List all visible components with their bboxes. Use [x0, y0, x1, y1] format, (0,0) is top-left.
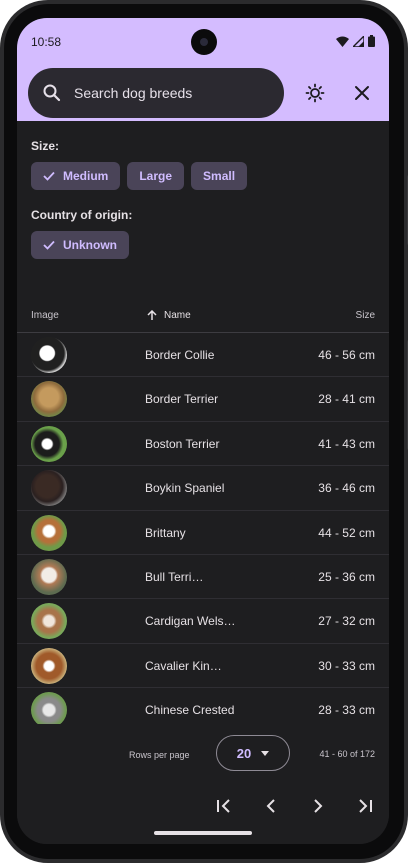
column-header-image: Image [31, 310, 59, 321]
breed-size: 28 - 41 cm [318, 392, 375, 407]
size-filter-label: Size: [31, 139, 60, 153]
breed-size: 36 - 46 cm [318, 481, 375, 496]
origin-chip-unknown[interactable]: Unknown [31, 231, 129, 259]
status-bar: 10:58 [17, 18, 389, 66]
page-range: 41 - 60 of 172 [319, 749, 375, 759]
top-app-bar: 10:58 Search dog breeds [17, 18, 389, 121]
check-icon [43, 171, 55, 181]
breed-photo [31, 381, 67, 418]
size-chip-small[interactable]: Small [191, 162, 248, 190]
table-row[interactable]: Cavalier Kin… 30 - 33 cm [17, 644, 389, 689]
breed-name: Cavalier Kin… [145, 658, 222, 673]
last-page-button[interactable] [354, 795, 376, 817]
rows-per-page-value: 20 [236, 745, 252, 761]
status-time: 10:58 [31, 35, 62, 49]
chip-label: Small [203, 169, 236, 183]
column-header-name-label: Name [164, 310, 191, 321]
wifi-icon [336, 36, 349, 47]
breed-photo [31, 558, 67, 595]
table-header: Image Name Size [17, 300, 389, 333]
first-page-icon [217, 799, 230, 813]
breed-name: Bull Terri… [145, 569, 204, 584]
breed-size: 44 - 52 cm [318, 525, 375, 540]
signal-icon [353, 35, 364, 47]
breed-photo [31, 647, 67, 684]
breed-size: 28 - 33 cm [318, 703, 375, 718]
breed-name: Chinese Crested [145, 703, 235, 718]
chip-label: Large [139, 169, 173, 183]
home-indicator[interactable] [154, 831, 252, 835]
search-bar[interactable]: Search dog breeds [28, 68, 284, 118]
size-chip-group: Medium Large Small [31, 162, 248, 190]
rows-per-page-select[interactable]: 20 [216, 735, 290, 771]
breed-photo [31, 603, 67, 640]
breed-name: Brittany [145, 525, 186, 540]
next-page-button[interactable] [307, 795, 329, 817]
table-row[interactable]: Bull Terri… 25 - 36 cm [17, 555, 389, 600]
chip-label: Medium [63, 169, 109, 183]
table-row[interactable]: Boykin Spaniel 36 - 46 cm [17, 466, 389, 511]
breed-photo [31, 514, 67, 551]
status-icons [336, 35, 375, 47]
brightness-icon [305, 83, 325, 103]
breed-photo [31, 425, 67, 462]
close-icon [355, 86, 369, 100]
close-button[interactable] [351, 82, 373, 104]
phone-frame: 10:58 Search dog breeds Size: Medium Lar… [0, 0, 408, 863]
size-chip-large[interactable]: Large [127, 162, 185, 190]
breed-name: Border Terrier [145, 392, 219, 407]
breed-size: 27 - 32 cm [318, 614, 375, 629]
search-placeholder: Search dog breeds [74, 85, 193, 101]
table-row[interactable]: Border Collie 46 - 56 cm [17, 333, 389, 378]
chevron-right-icon [314, 799, 323, 813]
breed-name: Border Collie [145, 348, 215, 362]
first-page-button[interactable] [213, 795, 235, 817]
table-row[interactable]: Border Terrier 28 - 41 cm [17, 377, 389, 422]
size-chip-medium[interactable]: Medium [31, 162, 121, 190]
front-camera [191, 29, 217, 55]
breed-table-body: Border Collie 46 - 56 cm Border Terrier … [17, 333, 389, 733]
chip-label: Unknown [63, 238, 117, 252]
arrow-up-icon [147, 310, 157, 320]
check-icon [43, 240, 55, 250]
battery-icon [368, 35, 375, 47]
breed-size: 46 - 56 cm [318, 348, 375, 362]
breed-size: 25 - 36 cm [318, 569, 375, 584]
breed-photo [31, 470, 67, 507]
breed-name: Cardigan Wels… [145, 614, 236, 629]
table-row[interactable]: Boston Terrier 41 - 43 cm [17, 422, 389, 467]
origin-chip-group: Unknown [31, 231, 129, 259]
previous-page-button[interactable] [260, 795, 282, 817]
breed-size: 30 - 33 cm [318, 658, 375, 673]
rows-per-page-label: Rows per page [129, 750, 190, 760]
breed-name: Boykin Spaniel [145, 481, 225, 496]
breed-size: 41 - 43 cm [318, 436, 375, 451]
breed-photo [31, 692, 67, 729]
column-header-name[interactable]: Name [147, 310, 191, 321]
pagination-bar: Rows per page 20 41 - 60 of 172 [17, 724, 389, 844]
origin-filter-label: Country of origin: [31, 208, 133, 222]
search-icon [43, 84, 61, 102]
breed-photo [31, 337, 67, 373]
breed-name: Boston Terrier [145, 436, 220, 451]
last-page-icon [359, 799, 372, 813]
column-header-size[interactable]: Size [356, 310, 375, 321]
table-row[interactable]: Brittany 44 - 52 cm [17, 511, 389, 555]
screen: 10:58 Search dog breeds Size: Medium Lar… [17, 18, 389, 844]
table-row[interactable]: Cardigan Wels… 27 - 32 cm [17, 599, 389, 644]
chevron-left-icon [266, 799, 275, 813]
theme-toggle-button[interactable] [304, 82, 326, 104]
dropdown-arrow-icon [261, 750, 270, 756]
